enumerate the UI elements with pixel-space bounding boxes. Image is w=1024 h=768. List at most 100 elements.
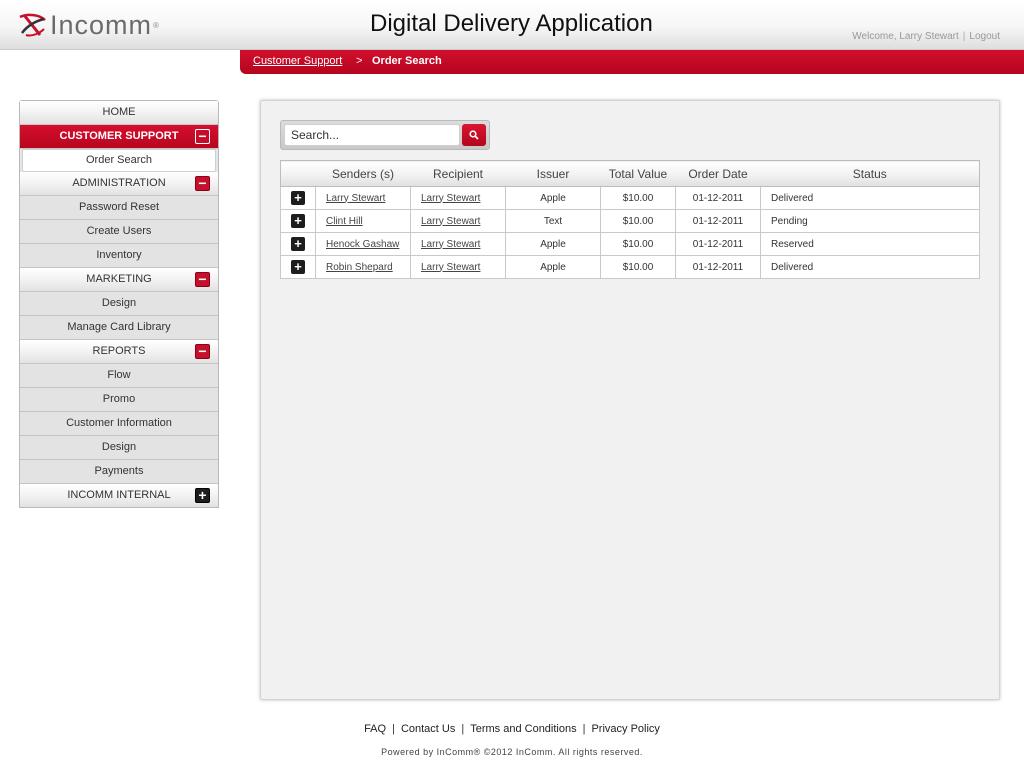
search-box [280,120,490,150]
column-header-issuer[interactable]: Issuer [505,160,601,187]
sidebar-item-password-reset[interactable]: Password Reset [20,196,218,220]
recipient-link[interactable]: Larry Stewart [421,262,480,273]
recipient-link[interactable]: Larry Stewart [421,193,480,204]
recipient-cell: Larry Stewart [410,255,506,279]
sidebar-nav: HOME CUSTOMER SUPPORT − Order Search ADM… [19,100,219,508]
sender-link[interactable]: Larry Stewart [326,193,385,204]
status-cell: Reserved [760,232,980,256]
collapse-minus-icon[interactable]: − [195,344,210,359]
search-button[interactable] [462,124,486,146]
table-header-row: Senders (s) Recipient Issuer Total Value… [280,160,980,187]
issuer-cell: Apple [505,232,601,256]
sidebar-item-inventory[interactable]: Inventory [20,244,218,268]
copyright-text: Powered by InComm® ©2012 InComm. All rig… [381,747,643,757]
sidebar-item-customer-information[interactable]: Customer Information [20,412,218,436]
column-header-order-date[interactable]: Order Date [675,160,761,187]
sender-cell: Clint Hill [315,209,411,233]
footer-separator: | [582,723,586,735]
column-header-senders[interactable]: Senders (s) [315,160,411,187]
sender-link[interactable]: Clint Hill [326,216,363,227]
welcome-text: Welcome, Larry Stewart [852,31,959,42]
total-value-cell: $10.00 [600,232,676,256]
footer-link-contact-us[interactable]: Contact Us [401,723,455,735]
user-bar: Welcome, Larry Stewart | Logout [852,31,1000,42]
sidebar-item-create-users[interactable]: Create Users [20,220,218,244]
column-header-total-value[interactable]: Total Value [600,160,676,187]
incomm-swoosh-icon [19,13,46,37]
sidebar-item-home[interactable]: HOME [20,101,218,125]
sidebar-item-promo[interactable]: Promo [20,388,218,412]
column-header-status[interactable]: Status [760,160,980,187]
incomm-logo[interactable]: Incomm ® [18,11,159,39]
order-date-cell: 01-12-2011 [675,186,761,210]
table-row: + Henock Gashaw Larry Stewart Apple $10.… [280,232,980,256]
sidebar-section-customer-support[interactable]: CUSTOMER SUPPORT − [20,125,218,149]
sidebar-item-reports-design[interactable]: Design [20,436,218,460]
status-cell: Delivered [760,186,980,210]
expand-plus-icon[interactable]: + [195,488,210,503]
logo-wordmark: Incomm [50,10,153,40]
sidebar-section-label: INCOMM INTERNAL [67,489,171,501]
orders-table: Senders (s) Recipient Issuer Total Value… [280,160,980,279]
logout-link[interactable]: Logout [969,31,1000,42]
expand-plus-icon[interactable]: + [291,260,305,274]
recipient-link[interactable]: Larry Stewart [421,216,480,227]
collapse-minus-icon[interactable]: − [195,129,210,144]
sidebar-item-payments[interactable]: Payments [20,460,218,484]
sender-cell: Henock Gashaw [315,232,411,256]
total-value-cell: $10.00 [600,186,676,210]
sidebar-section-reports[interactable]: REPORTS − [20,340,218,364]
sidebar-item-order-search[interactable]: Order Search [22,149,216,172]
sidebar-section-marketing[interactable]: MARKETING − [20,268,218,292]
sender-link[interactable]: Robin Shepard [326,262,393,273]
sidebar-section-label: CUSTOMER SUPPORT [59,130,179,142]
table-row: + Clint Hill Larry Stewart Text $10.00 0… [280,209,980,233]
search-input[interactable] [284,124,460,146]
issuer-cell: Text [505,209,601,233]
collapse-minus-icon[interactable]: − [195,176,210,191]
main-panel: Senders (s) Recipient Issuer Total Value… [260,100,1000,700]
footer-links: FAQ | Contact Us | Terms and Conditions | Priv… [0,723,1024,735]
user-bar-separator: | [962,31,966,42]
expand-plus-icon[interactable]: + [291,214,305,228]
status-cell: Pending [760,209,980,233]
app-title: Digital Delivery Application [370,10,653,37]
expand-plus-icon[interactable]: + [291,237,305,251]
footer-link-terms[interactable]: Terms and Conditions [470,723,576,735]
footer-link-privacy-policy[interactable]: Privacy Policy [591,723,659,735]
sidebar-item-flow[interactable]: Flow [20,364,218,388]
sidebar-section-label: REPORTS [92,345,146,357]
total-value-cell: $10.00 [600,255,676,279]
logo-trademark: ® [153,20,159,30]
footer-separator: | [461,723,465,735]
expander-header [280,160,316,187]
sidebar-item-manage-card-library[interactable]: Manage Card Library [20,316,218,340]
status-cell: Delivered [760,255,980,279]
issuer-cell: Apple [505,255,601,279]
column-header-recipient[interactable]: Recipient [410,160,506,187]
order-date-cell: 01-12-2011 [675,255,761,279]
breadcrumb-order-search: Order Search [372,55,442,67]
sidebar-section-label: MARKETING [86,273,152,285]
sidebar-section-administration[interactable]: ADMINISTRATION − [20,172,218,196]
expander-cell: + [280,232,316,256]
footer-link-faq[interactable]: FAQ [364,723,386,735]
expander-cell: + [280,255,316,279]
order-date-cell: 01-12-2011 [675,209,761,233]
expand-plus-icon[interactable]: + [291,191,305,205]
recipient-cell: Larry Stewart [410,209,506,233]
collapse-minus-icon[interactable]: − [195,272,210,287]
sender-cell: Robin Shepard [315,255,411,279]
sidebar-section-incomm-internal[interactable]: INCOMM INTERNAL + [20,484,218,507]
expander-cell: + [280,209,316,233]
sender-link[interactable]: Henock Gashaw [326,239,399,250]
order-date-cell: 01-12-2011 [675,232,761,256]
expander-cell: + [280,186,316,210]
breadcrumb: Customer Support > Order Search [240,50,1024,74]
table-row: + Larry Stewart Larry Stewart Apple $10.… [280,186,980,210]
total-value-cell: $10.00 [600,209,676,233]
issuer-cell: Apple [505,186,601,210]
breadcrumb-customer-support[interactable]: Customer Support [253,55,342,67]
sidebar-item-design[interactable]: Design [20,292,218,316]
recipient-link[interactable]: Larry Stewart [421,239,480,250]
